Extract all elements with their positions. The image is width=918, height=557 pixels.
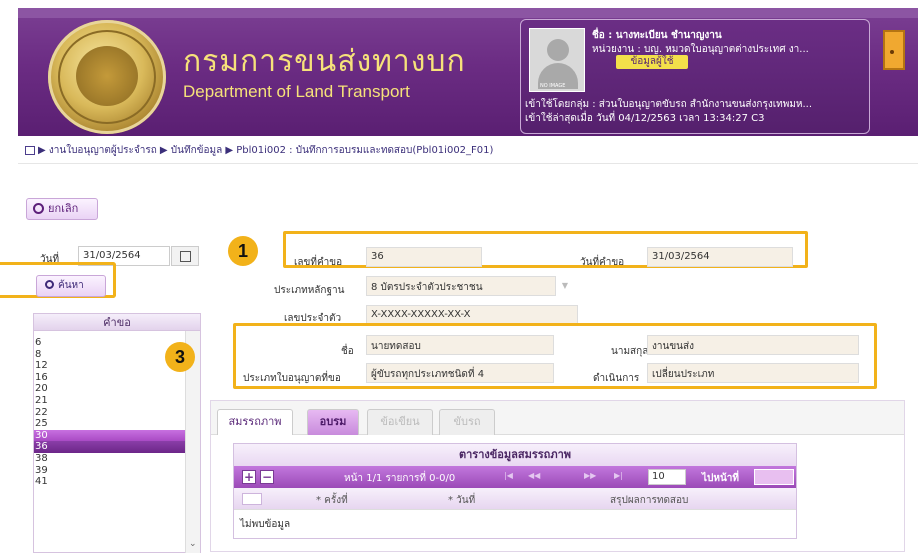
next-page-icon[interactable]: ▶▶ [584, 471, 596, 480]
select-all-checkbox[interactable] [242, 493, 262, 505]
no-data-text: ไม่พบข้อมูล [240, 519, 291, 530]
breadcrumb-text: ▶ งานใบอนุญาตผู้ประจำรถ ▶ บันทึกข้อมูล ▶… [38, 145, 494, 156]
logo-emblem [76, 46, 138, 106]
avatar-tag: NO IMAGE [540, 83, 566, 89]
request-date-field[interactable]: 31/03/2564 [647, 247, 793, 267]
doc-type-label: ประเภทหลักฐาน [274, 285, 345, 296]
cancel-label: ยกเลิก [48, 202, 79, 215]
request-no-label: เลขที่คำขอ [294, 257, 343, 268]
header-banner: กรมการขนส่งทางบก Department of Land Tran… [18, 8, 918, 136]
request-date-label: วันที่คำขอ [580, 257, 625, 268]
chevron-down-icon[interactable]: ⌄ [189, 539, 197, 549]
first-name-field[interactable]: นายทดสอบ [366, 335, 554, 355]
badge-1: 1 [228, 236, 258, 266]
tabs-panel: สมรรถภาพ อบรม ข้อเขียน ขับรถ ตารางข้อมูล… [210, 400, 905, 552]
user-profile-button[interactable]: ข้อมูลผู้ใช้ [616, 55, 688, 69]
list-item[interactable]: 12 [34, 360, 186, 372]
col-result[interactable]: สรุปผลการทดสอบ [610, 493, 688, 508]
door-icon[interactable] [883, 30, 905, 70]
list-item[interactable]: 30 [34, 429, 186, 442]
license-type-label: ประเภทใบอนุญาตที่ขอ [243, 373, 341, 384]
door-knob [890, 50, 894, 54]
license-type-field[interactable]: ผู้ขับรถทุกประเภทชนิดที่ 4 [366, 363, 554, 383]
breadcrumb: ▶ งานใบอนุญาตผู้ประจำรถ ▶ บันทึกข้อมูล ▶… [25, 143, 493, 158]
badge-3: 3 [165, 342, 195, 372]
search-icon [45, 280, 54, 289]
tab-training[interactable]: อบรม [307, 409, 359, 435]
user-login-group: เข้าใช้โดยกลุ่ม : ส่วนใบอนุญาตขับรถ สำนั… [525, 99, 813, 110]
action-field[interactable]: เปลี่ยนประเภท [647, 363, 859, 383]
id-field[interactable]: X-XXXX-XXXXX-XX-X [366, 305, 578, 325]
list-item[interactable]: 25 [34, 418, 186, 430]
first-name-label: ชื่อ [341, 346, 354, 357]
page-info: หน้า 1/1 รายการที่ 0-0/0 [344, 473, 456, 484]
last-name-field[interactable]: งานขนส่ง [647, 335, 859, 355]
list-item[interactable]: 22 [34, 407, 186, 419]
list-item[interactable]: 38 [34, 453, 186, 465]
list-item[interactable]: 20 [34, 383, 186, 395]
calendar-icon [180, 251, 191, 262]
page-size-select[interactable]: 10 [648, 469, 686, 485]
goto-page-input[interactable] [754, 469, 794, 485]
doc-type-dropdown-icon[interactable]: ▼ [556, 276, 574, 296]
app-root: กรมการขนส่งทางบก Department of Land Tran… [0, 0, 918, 557]
prev-page-icon[interactable]: ◀◀ [528, 471, 540, 480]
brand-title-th: กรมการขนส่งทางบก [183, 44, 466, 79]
home-icon[interactable] [25, 145, 35, 155]
grid-title: ตารางข้อมูลสมรรถภาพ [234, 444, 796, 466]
cancel-button[interactable]: ยกเลิก [26, 198, 98, 220]
grid-pager: + − หน้า 1/1 รายการที่ 0-0/0 |◀ ◀◀ ▶▶ ▶|… [234, 466, 796, 488]
first-page-icon[interactable]: |◀ [504, 471, 513, 480]
col-date[interactable]: * วันที่ [448, 493, 475, 508]
add-row-button[interactable]: + [242, 470, 256, 484]
performance-grid: ตารางข้อมูลสมรรถภาพ + − หน้า 1/1 รายการท… [233, 443, 797, 539]
list-item[interactable]: 6 [34, 337, 186, 349]
user-info-box: NO IMAGE ชื่อ : นางทะเบียน ชำนาญงาน หน่ว… [520, 19, 870, 134]
last-name-label: นามสกุล [611, 346, 649, 357]
brand-title-en: Department of Land Transport [183, 82, 410, 101]
avatar: NO IMAGE [529, 28, 585, 92]
divider [18, 163, 918, 164]
request-list: 6 8 12 16 20 21 22 25 30 36 38 39 41 [34, 337, 186, 488]
calendar-button[interactable] [171, 246, 199, 266]
list-item[interactable]: 21 [34, 395, 186, 407]
header-top-band [18, 8, 918, 18]
last-page-icon[interactable]: ▶| [614, 471, 623, 480]
user-last-login: เข้าใช้ล่าสุดเมื่อ วันที่ 04/12/2563 เวล… [525, 113, 765, 124]
list-item[interactable]: 16 [34, 372, 186, 384]
dlt-logo [48, 20, 166, 134]
request-no-field[interactable]: 36 [366, 247, 482, 267]
tab-driving-test[interactable]: ขับรถ [439, 409, 495, 435]
list-item[interactable]: 8 [34, 349, 186, 361]
request-list-header: คำขอ [34, 314, 200, 331]
cancel-icon [33, 203, 44, 214]
tab-row: สมรรถภาพ อบรม ข้อเขียน ขับรถ [211, 401, 904, 435]
doc-type-select[interactable]: 8 บัตรประจำตัวประชาชน [366, 276, 556, 296]
tab-performance[interactable]: สมรรถภาพ [217, 409, 293, 435]
list-item[interactable]: 39 [34, 465, 186, 477]
avatar-head [547, 39, 569, 61]
search-label: ค้นหา [58, 280, 84, 291]
list-item[interactable]: 36 [34, 441, 186, 453]
tab-written-test[interactable]: ข้อเขียน [367, 409, 433, 435]
action-label: ดำเนินการ [593, 373, 640, 384]
user-name: ชื่อ : นางทะเบียน ชำนาญงาน [592, 30, 722, 41]
grid-column-header: * ครั้งที่ * วันที่ สรุปผลการทดสอบ [234, 488, 796, 510]
remove-row-button[interactable]: − [260, 470, 274, 484]
col-times[interactable]: * ครั้งที่ [316, 493, 348, 508]
goto-page-label: ไปหน้าที่ [702, 473, 740, 484]
list-item[interactable]: 41 [34, 476, 186, 488]
search-button[interactable]: ค้นหา [36, 275, 106, 297]
